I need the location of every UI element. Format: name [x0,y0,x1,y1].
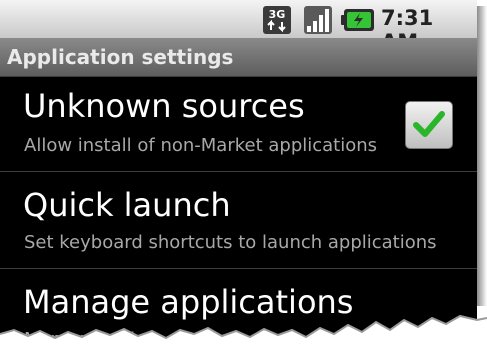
status-bar: 3G 7:31 AM [0,0,477,54]
svg-text:3G: 3G [269,8,286,21]
setting-summary: Set keyboard shortcuts to launch applica… [24,232,437,253]
unknown-sources-checkbox[interactable] [405,101,453,149]
signal-strength-icon [304,6,332,34]
setting-title: Quick launch [23,186,231,224]
torn-edge [0,314,487,354]
phone-screen: 3G 7:31 AM Application settings Unknown … [0,0,477,340]
setting-title: Unknown sources [23,87,305,125]
settings-header: Application settings [0,38,477,77]
setting-quick-launch[interactable]: Quick launch Set keyboard shortcuts to l… [0,172,477,268]
setting-summary: Allow install of non-Market applications [24,135,378,156]
page-title: Application settings [7,45,234,69]
battery-charging-icon [341,9,374,31]
page-shadow [477,6,487,306]
checkmark-icon [413,111,445,137]
3g-data-icon: 3G [263,6,291,34]
